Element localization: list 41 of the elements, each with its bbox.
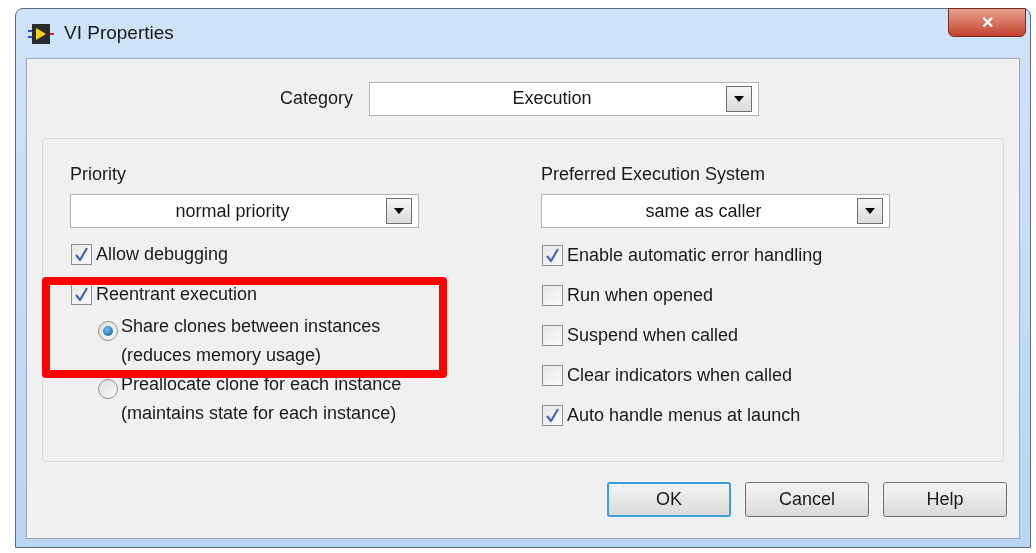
radio-label: (reduces memory usage) [121,344,323,367]
priority-label: Priority [70,163,127,186]
category-label: Category [280,87,354,110]
radio-label: Preallocate clone for each instance [121,373,402,396]
checkbox[interactable] [542,284,563,306]
dialog-button[interactable]: Help [883,482,1007,517]
dropdown-arrow-button[interactable] [857,198,883,224]
checkbox[interactable] [542,404,563,426]
app-icon [28,22,54,45]
checkbox-label: Run when opened [567,283,714,307]
radio-button[interactable] [98,379,118,399]
caret-icon [865,208,875,214]
checkbox-label: Suspend when called [567,323,739,347]
dropdown-arrow-button[interactable] [726,85,753,112]
checkbox-label: Enable automatic error handling [567,243,823,267]
dialog-button[interactable]: OK [607,482,731,517]
checkbox-label: Clear indicators when called [567,363,793,387]
checkbox-label: Reentrant execution [96,282,258,306]
checkbox[interactable] [542,364,563,386]
checkbox[interactable] [71,283,92,305]
checkmark-icon [546,408,559,422]
dialog-button[interactable]: Cancel [745,482,869,517]
dropdown-field[interactable]: same as caller [541,194,890,228]
checkmark-icon [75,247,88,261]
checkbox[interactable] [542,244,563,266]
checkbox[interactable] [542,324,563,346]
dropdown-field[interactable]: normal priority [70,194,419,228]
window-title: VI Properties [64,21,174,46]
radio-button[interactable] [98,321,118,341]
execution-system-label: Preferred Execution System [541,163,767,186]
checkmark-icon [75,287,88,301]
radio-label: Share clones between instances [121,315,381,338]
dropdown-arrow-button[interactable] [386,198,412,224]
dropdown-field[interactable]: Execution [369,81,760,116]
caret-icon [394,208,404,214]
checkbox-label: Auto handle menus at launch [567,403,801,427]
caret-icon [734,95,745,102]
checkbox-label: Allow debugging [96,242,229,266]
checkbox[interactable] [71,243,92,265]
radio-label: (maintains state for each instance) [121,402,398,425]
checkmark-icon [546,248,559,262]
